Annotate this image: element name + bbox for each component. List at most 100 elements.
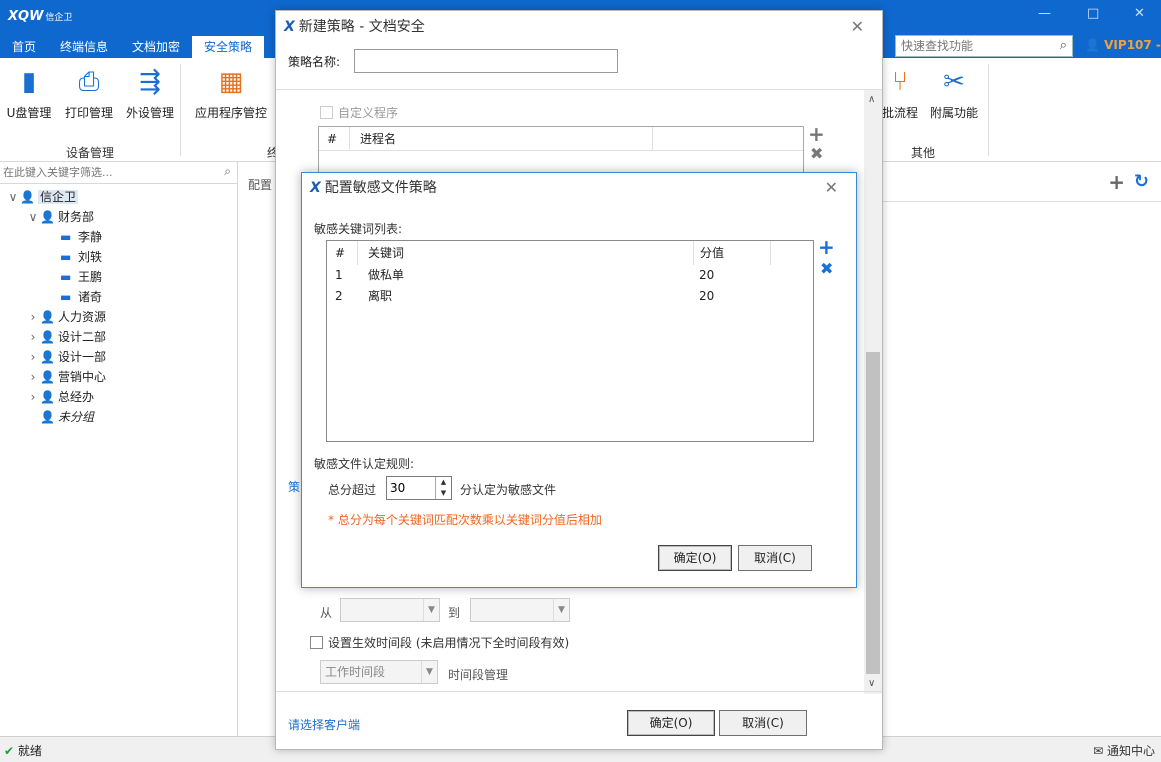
tree-node-label: 营销中心: [58, 370, 107, 384]
chevron-down-icon[interactable]: ∨: [6, 187, 20, 207]
chevron-right-icon[interactable]: ›: [26, 367, 40, 387]
start-date-select[interactable]: ▼: [340, 598, 440, 622]
peripheral-mgmt-button[interactable]: ⇶ 外设管理: [122, 66, 178, 121]
table-cell-score: 20: [699, 268, 715, 282]
config-strip: 配置: [239, 162, 275, 736]
select-client-link[interactable]: 请选择客户端: [288, 716, 360, 733]
tree-node-label: 王鹏: [78, 270, 103, 284]
user-icon: 👤: [1085, 38, 1100, 52]
end-date-select[interactable]: ▼: [470, 598, 570, 622]
table-row[interactable]: 2 离职 20: [327, 286, 813, 307]
tree-node-label: 总经办: [58, 390, 95, 404]
chevron-right-icon[interactable]: ›: [26, 387, 40, 407]
ribbon-divider: [180, 64, 181, 156]
add-process-icon[interactable]: +: [808, 122, 825, 146]
scroll-thumb[interactable]: [866, 352, 880, 674]
user-group-icon: 👤: [40, 210, 55, 224]
refresh-icon[interactable]: ↻: [1134, 171, 1149, 192]
user-group-icon: 👤: [40, 370, 55, 384]
tree-node[interactable]: 👤 未分组: [0, 407, 237, 427]
remove-keyword-icon[interactable]: ✖: [820, 259, 833, 278]
search-icon[interactable]: ⌕: [224, 164, 231, 179]
tab-security-policy[interactable]: 安全策略: [192, 36, 265, 58]
time-period-checkbox[interactable]: 设置生效时间段 (未启用情况下全时间段有效): [310, 634, 569, 651]
stepper-down-icon[interactable]: ▼: [436, 488, 451, 499]
check-icon: ✔: [4, 744, 15, 758]
chevron-down-icon[interactable]: ∨: [26, 207, 40, 227]
tree-node[interactable]: › 👤 营销中心: [0, 367, 237, 387]
policy-name-input[interactable]: [354, 49, 618, 73]
tab-terminal-info[interactable]: 终端信息: [48, 36, 120, 58]
time-period-select[interactable]: 工作时间段 ▼: [320, 660, 438, 684]
score-note: * 总分为每个关键词匹配次数乘以关键词分值后相加: [328, 513, 602, 527]
threshold-stepper[interactable]: ▲ ▼: [386, 476, 452, 500]
chevron-right-icon[interactable]: ›: [26, 347, 40, 367]
remove-process-icon[interactable]: ✖: [810, 144, 823, 163]
threshold-input[interactable]: [387, 477, 433, 499]
tree-node[interactable]: › 👤 人力资源: [0, 307, 237, 327]
from-label: 从: [320, 606, 333, 620]
policy-ok-button[interactable]: 确定(O): [627, 710, 715, 736]
search-icon[interactable]: ⌕: [1060, 38, 1067, 53]
computer-icon: ▬: [60, 250, 72, 264]
tree-node[interactable]: ▬ 诸奇: [0, 287, 237, 307]
close-icon[interactable]: ✕: [825, 173, 838, 203]
print-mgmt-button[interactable]: ⎙ 打印管理: [62, 66, 116, 121]
sensitive-ok-button[interactable]: 确定(O): [658, 545, 732, 571]
policy-list-panel: + ↻: [883, 162, 1161, 736]
scroll-down-icon[interactable]: ∨: [868, 678, 875, 689]
checkbox[interactable]: [320, 106, 333, 119]
custom-program-checkbox[interactable]: 自定义程序: [320, 104, 398, 121]
checkbox[interactable]: [310, 636, 323, 649]
chevron-right-icon[interactable]: ›: [26, 307, 40, 327]
close-icon[interactable]: ✕: [1134, 6, 1145, 21]
usb-drive-button[interactable]: ▮ U盘管理: [6, 66, 52, 121]
policy-cancel-button[interactable]: 取消(C): [719, 710, 807, 736]
tree-node-label: 未分组: [58, 410, 95, 424]
close-icon[interactable]: ✕: [851, 11, 864, 43]
tools-icon: ✂: [943, 67, 965, 97]
computer-icon: ▬: [60, 230, 72, 244]
add-icon[interactable]: +: [1108, 170, 1125, 194]
time-mgmt-link[interactable]: 时间段管理: [448, 666, 508, 683]
add-keyword-icon[interactable]: +: [818, 235, 835, 259]
chevron-down-icon: ▼: [423, 599, 439, 621]
user-group-icon: 👤: [20, 190, 35, 204]
addon-button[interactable]: ✂ 附属功能: [928, 66, 980, 121]
maximize-icon[interactable]: □: [1087, 6, 1099, 21]
tree-node[interactable]: › 👤 设计一部: [0, 347, 237, 367]
tree-filter-input[interactable]: [0, 162, 215, 182]
tree-node[interactable]: ▬ 王鹏: [0, 267, 237, 287]
notification-center[interactable]: ✉ 通知中心: [1093, 742, 1155, 759]
user-menu[interactable]: 👤 VIP107 -: [1085, 38, 1161, 52]
computer-icon: ▬: [60, 290, 72, 304]
quick-search: ⌕: [895, 35, 1073, 57]
user-group-icon: 👤: [40, 310, 55, 324]
total-prefix-label: 总分超过: [328, 483, 377, 497]
tree-node[interactable]: › 👤 总经办: [0, 387, 237, 407]
computer-icon: ▬: [60, 270, 72, 284]
dialog-scrollbar[interactable]: ∧ ∨: [864, 90, 882, 694]
table-cell-score: 20: [699, 289, 715, 303]
tree-node[interactable]: ▬ 刘轶: [0, 247, 237, 267]
app-logo-icon: X: [284, 19, 295, 35]
scroll-up-icon[interactable]: ∧: [868, 94, 875, 105]
sensitive-file-dialog: X 配置敏感文件策略 ✕ 敏感关键词列表: # 关键词 分值 1 做私单 20 2 离职 2…: [301, 172, 857, 588]
chevron-right-icon[interactable]: ›: [26, 327, 40, 347]
stepper-arrows[interactable]: ▲ ▼: [435, 477, 451, 499]
policy-name-row: 策略名称:: [288, 49, 618, 73]
tree-node[interactable]: ∨ 👤 信企卫: [0, 187, 237, 207]
table-row[interactable]: 1 做私单 20: [327, 265, 813, 286]
tab-doc-encryption[interactable]: 文档加密: [120, 36, 192, 58]
sensitive-cancel-button[interactable]: 取消(C): [738, 545, 812, 571]
minimize-icon[interactable]: —: [1038, 6, 1051, 21]
tree-node[interactable]: › 👤 设计二部: [0, 327, 237, 347]
printer-icon: ⎙: [78, 67, 100, 97]
tree-node[interactable]: ▬ 李静: [0, 227, 237, 247]
stepper-up-icon[interactable]: ▲: [436, 477, 451, 488]
app-control-button[interactable]: ▦ 应用程序管控: [192, 66, 270, 121]
tree-node[interactable]: ∨ 👤 财务部: [0, 207, 237, 227]
workflow-button[interactable]: ⑂ 批流程: [880, 66, 920, 121]
tab-home[interactable]: 首页: [0, 36, 48, 58]
quick-search-input[interactable]: [896, 36, 1046, 56]
